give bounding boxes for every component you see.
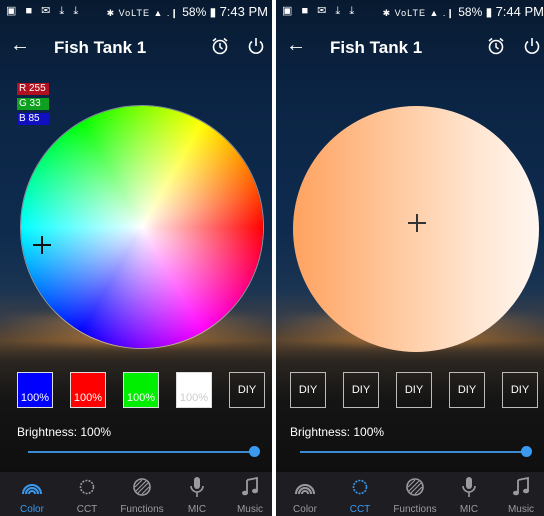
battery-icon: ▮ xyxy=(209,5,217,19)
tab-color[interactable]: Color xyxy=(5,476,59,515)
alarm-clock-icon[interactable] xyxy=(486,36,506,61)
music-note-icon xyxy=(223,476,272,498)
status-right: ✱ VoLTE ▲ .❙ 58% ▮ 7:43 PM xyxy=(107,4,268,19)
tab-functions[interactable]: Functions xyxy=(388,476,442,515)
tab-cct[interactable]: CCT xyxy=(60,476,114,515)
notification-icons: ▣ ■ ✉ ⤓ ⤓ xyxy=(282,5,358,17)
tab-label: MIC xyxy=(187,504,207,515)
swatch-label: 100% xyxy=(73,392,103,404)
battery-level: 58% xyxy=(458,5,483,19)
color-wheel[interactable] xyxy=(21,106,263,348)
preset-swatch-diy[interactable]: DIY xyxy=(502,372,538,408)
swatch-label: DIY xyxy=(298,384,318,396)
alarm-clock-icon[interactable] xyxy=(210,36,230,61)
page-title: Fish Tank 1 xyxy=(54,38,147,57)
swatch-label: 100% xyxy=(179,392,209,404)
functions-icon xyxy=(115,476,169,498)
microphone-icon xyxy=(170,476,224,498)
power-icon[interactable] xyxy=(246,36,266,61)
preset-swatch-red[interactable]: 100% xyxy=(70,372,106,408)
notification-icons: ▣ ■ ✉ ⤓ ⤓ xyxy=(6,5,82,17)
preset-swatch-white[interactable]: 100% xyxy=(176,372,212,408)
tab-music[interactable]: Music xyxy=(223,476,272,515)
preset-swatch-diy[interactable]: DIY xyxy=(229,372,265,408)
tab-label: Color xyxy=(293,504,317,515)
preset-swatch-diy[interactable]: DIY xyxy=(449,372,485,408)
swatch-label: 100% xyxy=(126,392,156,404)
blue-value-label: B 85 xyxy=(17,113,49,125)
cct-wheel[interactable] xyxy=(293,106,539,352)
tab-color[interactable]: Color xyxy=(278,476,332,515)
tab-label: Color xyxy=(20,504,44,515)
sun-icon xyxy=(333,476,387,498)
app-bar: ← Fish Tank 1 xyxy=(276,30,544,66)
tab-label: Music xyxy=(236,504,264,515)
swatch-label: DIY xyxy=(457,384,477,396)
power-icon[interactable] xyxy=(522,36,542,61)
tab-label: Music xyxy=(507,504,535,515)
music-note-icon xyxy=(494,476,544,498)
status-bar: ▣ ■ ✉ ⤓ ⤓ ✱ VoLTE ▲ .❙ 58% ▮ 7:43 PM xyxy=(0,0,272,22)
brightness-label: Brightness: 100% xyxy=(17,425,112,439)
back-arrow-icon[interactable]: ← xyxy=(10,34,30,57)
sun-icon xyxy=(60,476,114,498)
green-value-label: G 33 xyxy=(17,98,49,110)
brightness-slider-track[interactable] xyxy=(300,451,526,453)
screen-color: ▣ ■ ✉ ⤓ ⤓ ✱ VoLTE ▲ .❙ 58% ▮ 7:43 PM ← F… xyxy=(0,0,272,516)
microphone-icon xyxy=(442,476,496,498)
bottom-tab-bar: Color CCT Functions MIC Music xyxy=(0,472,272,516)
page-title: Fish Tank 1 xyxy=(330,38,423,57)
app-bar: ← Fish Tank 1 xyxy=(0,30,272,66)
swatch-label: 100% xyxy=(20,392,50,404)
battery-level: 58% xyxy=(182,5,207,19)
battery-icon: ▮ xyxy=(485,5,493,19)
tab-mic[interactable]: MIC xyxy=(442,476,496,515)
preset-swatch-diy[interactable]: DIY xyxy=(290,372,326,408)
preset-swatch-blue[interactable]: 100% xyxy=(17,372,53,408)
bottom-tab-bar: Color CCT Functions MIC Music xyxy=(276,472,544,516)
swatch-label: DIY xyxy=(237,384,257,396)
signal-icons: ✱ VoLTE ▲ .❙ xyxy=(382,8,455,18)
preset-swatch-green[interactable]: 100% xyxy=(123,372,159,408)
swatch-label: DIY xyxy=(510,384,530,396)
clock: 7:43 PM xyxy=(219,4,268,19)
tab-label: CCT xyxy=(76,504,98,515)
preset-swatch-diy[interactable]: DIY xyxy=(343,372,379,408)
status-bar: ▣ ■ ✉ ⤓ ⤓ ✱ VoLTE ▲ .❙ 58% ▮ 7:44 PM xyxy=(276,0,544,22)
tab-label: MIC xyxy=(459,504,479,515)
brightness-label: Brightness: 100% xyxy=(290,425,385,439)
back-arrow-icon[interactable]: ← xyxy=(286,34,306,57)
color-selector-crosshair[interactable] xyxy=(33,236,51,254)
screen-cct: ▣ ■ ✉ ⤓ ⤓ ✱ VoLTE ▲ .❙ 58% ▮ 7:44 PM ← F… xyxy=(276,0,544,516)
swatch-label: DIY xyxy=(404,384,424,396)
tab-mic[interactable]: MIC xyxy=(170,476,224,515)
tab-music[interactable]: Music xyxy=(494,476,544,515)
preset-swatch-diy[interactable]: DIY xyxy=(396,372,432,408)
status-right: ✱ VoLTE ▲ .❙ 58% ▮ 7:44 PM xyxy=(383,4,544,19)
rainbow-icon xyxy=(278,476,332,498)
signal-icons: ✱ VoLTE ▲ .❙ xyxy=(106,8,179,18)
tab-label: Functions xyxy=(120,504,164,515)
clock: 7:44 PM xyxy=(495,4,544,19)
brightness-slider-thumb[interactable] xyxy=(249,446,260,457)
brightness-slider-thumb[interactable] xyxy=(521,446,532,457)
brightness-slider-track[interactable] xyxy=(28,451,254,453)
red-value-label: R 255 xyxy=(17,83,49,95)
rainbow-icon xyxy=(5,476,59,498)
functions-icon xyxy=(388,476,442,498)
tab-label: CCT xyxy=(349,504,371,515)
cct-selector-crosshair[interactable] xyxy=(408,214,426,232)
swatch-label: DIY xyxy=(351,384,371,396)
tab-label: Functions xyxy=(393,504,437,515)
tab-cct[interactable]: CCT xyxy=(333,476,387,515)
tab-functions[interactable]: Functions xyxy=(115,476,169,515)
